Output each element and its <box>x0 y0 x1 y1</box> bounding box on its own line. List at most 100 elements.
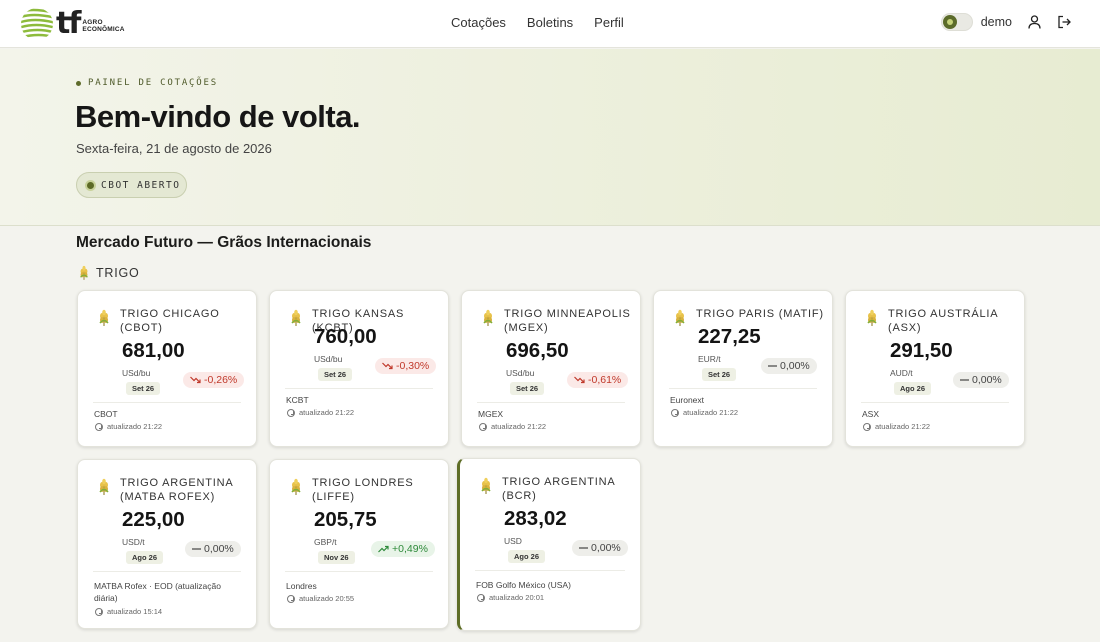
change-badge: -0,61% <box>567 372 629 388</box>
last-updated: atualizado 21:22 <box>287 408 354 417</box>
section-title: Mercado Futuro — Grãos Internacionais <box>76 234 372 251</box>
clock-icon <box>95 422 103 431</box>
wheat-icon <box>80 265 88 280</box>
change-value: -0,26% <box>204 374 238 386</box>
contract-month-badge: Set 26 <box>318 368 353 381</box>
last-updated: atualizado 20:01 <box>477 593 544 602</box>
last-updated-text: atualizado 21:22 <box>107 422 163 431</box>
contract-month-badge: Ago 26 <box>894 382 932 395</box>
change-value: 0,00% <box>972 374 1002 386</box>
exchange-name: ASX <box>862 409 880 419</box>
trend-down-icon <box>190 376 201 384</box>
trend-flat-icon <box>960 379 969 381</box>
contract-month-badge: Set 26 <box>126 382 161 395</box>
nav-cotacoes[interactable]: Cotações <box>451 15 506 30</box>
price-unit: AUD/t <box>890 368 913 378</box>
main-nav: Cotações Boletins Perfil <box>451 15 624 30</box>
brand-subtitle: AGRO ECONÔMICA <box>82 19 124 33</box>
exchange-name: Euronext <box>670 395 705 405</box>
logout-icon[interactable] <box>1056 14 1072 30</box>
quote-card[interactable]: TRIGO PARIS (MATIF) 227,25 EUR/t Set 26 0,00… <box>653 290 833 447</box>
card-title: TRIGO LONDRES (LIFFE) <box>312 477 414 503</box>
trend-up-icon <box>378 545 389 553</box>
quote-card[interactable]: TRIGO AUSTRÁLIA (ASX) 291,50 AUD/t Ago 26 0,… <box>845 290 1025 447</box>
nav-perfil[interactable]: Perfil <box>594 15 624 30</box>
header-tools: demo <box>940 13 1072 31</box>
price-unit: USd/bu <box>314 354 343 364</box>
clock-icon <box>671 408 679 417</box>
price-unit: GBP/t <box>314 537 337 547</box>
last-updated-text: atualizado 21:22 <box>299 408 355 417</box>
card-title: TRIGO ARGENTINA (MATBA ROFEX) <box>120 477 233 503</box>
status-led-icon <box>87 181 94 189</box>
quote-card[interactable]: TRIGO LONDRES (LIFFE) 205,75 GBP/t Nov 26 +0… <box>269 459 449 629</box>
price-unit: USd/bu <box>506 368 535 378</box>
wheat-icon <box>867 309 877 326</box>
market-status-badge: CBOT ABERTO <box>76 172 187 198</box>
brand-mark: tf <box>56 6 81 41</box>
welcome-hero: PAINEL DE COTAÇÕES Bem-vindo de volta. S… <box>0 49 1100 226</box>
eyebrow-dot <box>76 80 81 86</box>
clock-icon <box>477 593 485 602</box>
market-status-text: CBOT ABERTO <box>101 179 181 191</box>
change-badge: 0,00% <box>572 540 628 556</box>
contract-month-badge: Ago 26 <box>126 551 164 564</box>
card-title: TRIGO MINNEAPOLIS (MGEX) <box>504 308 631 334</box>
last-updated-text: atualizado 20:01 <box>489 593 545 602</box>
trend-down-icon <box>574 376 585 384</box>
nav-boletins[interactable]: Boletins <box>527 15 573 30</box>
card-divider <box>93 571 241 572</box>
wheat-icon <box>291 478 301 495</box>
change-badge: +0,49% <box>371 541 435 557</box>
contract-month-badge: Ago 26 <box>508 550 546 563</box>
change-badge: 0,00% <box>761 358 817 374</box>
wheat-icon <box>675 309 685 326</box>
hero-eyebrow-text: PAINEL DE COTAÇÕES <box>88 78 218 88</box>
hero-eyebrow: PAINEL DE COTAÇÕES <box>76 78 218 88</box>
card-divider <box>285 571 433 572</box>
user-icon[interactable] <box>1026 14 1042 30</box>
price-unit: USd/bu <box>122 368 151 378</box>
clock-icon <box>479 422 487 431</box>
brand-logo[interactable]: tf AGRO ECONÔMICA <box>20 7 125 41</box>
clock-icon <box>287 594 295 603</box>
wheat-icon <box>99 309 109 326</box>
commodity-group-label: TRIGO <box>78 265 140 281</box>
quote-card[interactable]: TRIGO CHICAGO (CBOT) 681,00 USd/bu Set 26 -0… <box>77 290 257 447</box>
last-updated-text: atualizado 21:22 <box>875 422 931 431</box>
card-header: TRIGO MINNEAPOLIS (MGEX) <box>481 307 636 335</box>
last-updated: atualizado 20:55 <box>287 594 354 603</box>
card-divider <box>861 402 1009 403</box>
theme-toggle-knob <box>942 15 957 29</box>
change-badge: 0,00% <box>185 541 241 557</box>
trend-flat-icon <box>768 365 777 367</box>
price-unit: USD/t <box>122 537 145 547</box>
card-header: TRIGO CHICAGO (CBOT) <box>97 307 252 335</box>
last-updated-text: atualizado 15:14 <box>107 607 163 616</box>
exchange-name: KCBT <box>286 395 309 405</box>
trend-down-icon <box>382 362 393 370</box>
quote-card[interactable]: TRIGO MINNEAPOLIS (MGEX) 696,50 USd/bu Set … <box>461 290 641 447</box>
card-divider <box>285 388 433 389</box>
change-value: 0,00% <box>591 542 621 554</box>
price-value: 225,00 <box>122 508 185 531</box>
price-value: 205,75 <box>314 508 377 531</box>
change-badge: 0,00% <box>953 372 1009 388</box>
change-badge: -0,30% <box>375 358 437 374</box>
theme-toggle[interactable] <box>940 13 973 31</box>
price-value: 291,50 <box>890 339 953 362</box>
exchange-name: Londres <box>286 581 317 591</box>
price-value: 227,25 <box>698 325 761 348</box>
quote-card[interactable]: TRIGO ARGENTINA (MATBA ROFEX) 225,00 USD/t… <box>77 459 257 629</box>
card-header: TRIGO ARGENTINA (MATBA ROFEX) <box>97 476 252 504</box>
clock-icon <box>287 408 295 417</box>
quote-card[interactable]: TRIGO ARGENTINA (BCR) 283,02 USD Ago 26 0,00… <box>457 458 641 631</box>
page-title: Bem-vindo de volta. <box>75 99 361 134</box>
wheat-icon <box>481 477 491 494</box>
contract-month-badge: Set 26 <box>510 382 545 395</box>
last-updated-text: atualizado 20:55 <box>299 594 355 603</box>
change-value: 0,00% <box>204 543 234 555</box>
quote-card[interactable]: TRIGO KANSAS (KCBT) 760,00 USd/bu Set 26 -0,… <box>269 290 449 447</box>
card-title: TRIGO ARGENTINA (BCR) <box>502 476 615 502</box>
wheat-icon <box>483 309 493 326</box>
